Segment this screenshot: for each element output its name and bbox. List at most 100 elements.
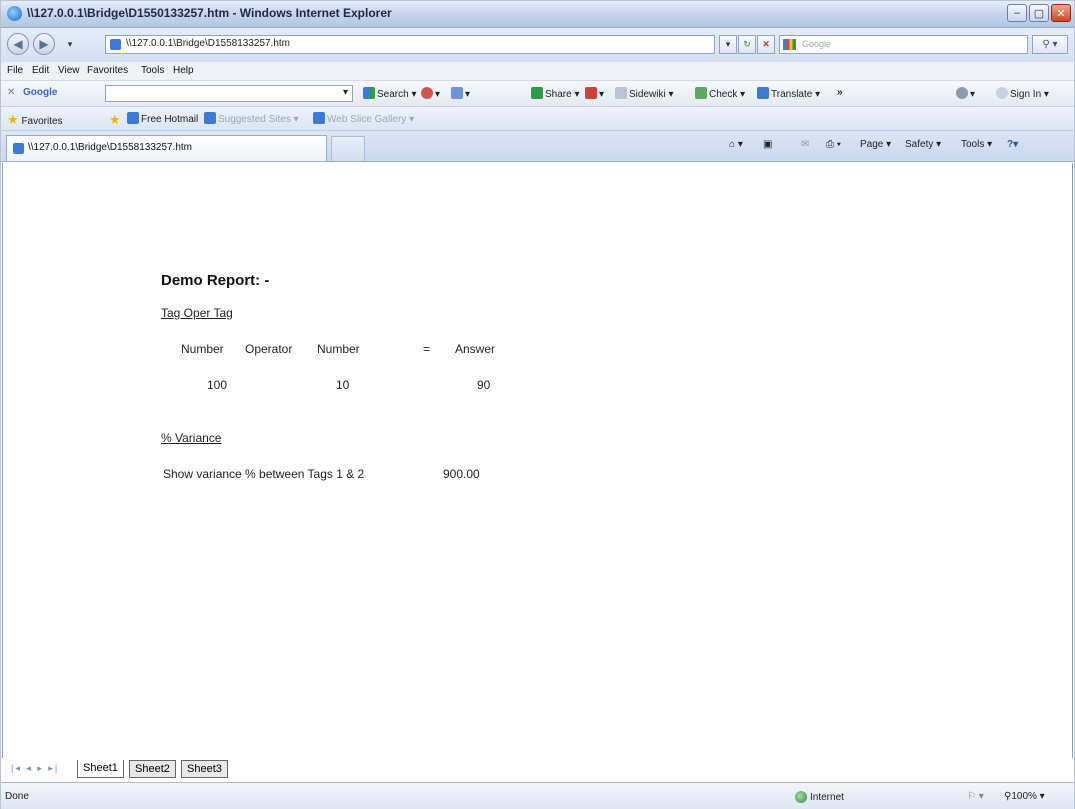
tools-menu[interactable]: Tools ▾ [961,139,992,150]
new-tab-button[interactable] [331,136,365,161]
globe-icon [795,791,807,803]
window-title: \\127.0.0.1\Bridge\D1550133257.htm - Win… [27,6,392,20]
zoom-label: 100% [1011,791,1037,802]
favorite-link-suggested-sites[interactable]: Suggested Sites ▾ [204,112,299,125]
popup-blocker-icon [585,87,597,99]
ie-logo-icon [7,6,22,21]
page-icon [204,112,216,124]
google-search-button[interactable]: Search ▾ [363,87,416,100]
favorites-button[interactable]: ★ Favorites [7,112,63,128]
settings-button[interactable]: ▾ [956,87,975,100]
favorites-bar: ★ Favorites ★ Free Hotmail Suggested Sit… [1,107,1074,131]
wrench-icon [956,87,968,99]
pagerank-button[interactable]: ▾ [451,87,470,100]
search-placeholder: Google [802,39,832,49]
mail-icon: ✉ [801,139,810,150]
page-icon [110,39,121,50]
menu-file[interactable]: File [7,65,23,76]
cell-answer: 90 [477,378,491,392]
share-button[interactable]: Share ▾ [531,87,579,100]
favorite-link-web-slice-gallery[interactable]: Web Slice Gallery ▾ [313,112,414,125]
bookmark-icon [421,87,433,99]
header-number-2: Number [317,342,360,356]
chevron-down-icon: ▾ [67,39,73,49]
bookmark-button[interactable]: ▾ [421,87,440,100]
page-icon [127,112,139,124]
translate-icon [757,87,769,99]
address-field[interactable]: \\127.0.0.1\Bridge\D1558133257.htm [105,35,715,54]
help-menu[interactable]: ?▾ [1007,139,1018,150]
variance-value: 900.00 [443,467,480,481]
home-button[interactable]: ⌂ ▾ [729,139,743,150]
sheet-tab-3[interactable]: Sheet3 [181,760,228,778]
header-operator: Operator [245,342,293,356]
stop-button[interactable]: ✕ [757,35,775,54]
back-arrow-icon: ◀ [13,37,23,51]
stop-icon: ✕ [762,39,770,49]
menu-bar: File Edit View Favorites Tools Help [1,62,1074,81]
security-zone-label: Internet [810,792,844,803]
page-icon [13,143,24,154]
forward-button[interactable]: ▶ [33,33,55,55]
protected-mode-button[interactable]: ⚐ ▾ [967,791,984,802]
search-input[interactable]: Google [779,35,1028,54]
security-zone[interactable]: Internet [795,791,844,803]
sign-in-button[interactable]: Sign In ▾ [996,87,1049,100]
home-icon: ⌂ [729,139,736,150]
page-icon [313,112,325,124]
favorite-label: Suggested Sites ▾ [218,114,299,125]
print-icon: ⎙ [826,139,834,150]
maximize-button[interactable]: ▢ [1029,4,1049,22]
page-content: Demo Report: - Tag Oper Tag Number Opera… [2,163,1073,758]
google-search-input[interactable] [105,85,353,102]
add-to-favorites-icon: ★ [109,112,121,127]
header-number-1: Number [181,342,224,356]
feeds-button[interactable]: ▣ [763,139,772,150]
sidewiki-icon [615,87,627,99]
menu-help[interactable]: Help [173,65,194,76]
google-g-icon [363,87,375,99]
safety-menu[interactable]: Safety ▾ [905,139,941,150]
translate-button[interactable]: Translate ▾ [757,87,820,100]
star-icon: ★ [7,112,19,127]
status-bar: Done Internet ⚐ ▾ ⚲100% ▾ [1,782,1074,809]
minimize-button[interactable]: – [1007,4,1027,22]
sidewiki-button[interactable]: Sidewiki ▾ [615,87,673,100]
back-button[interactable]: ◀ [7,33,29,55]
sheet-tab-1[interactable]: Sheet1 [77,760,124,778]
google-search-dropdown[interactable]: ▾ [343,87,348,98]
menu-edit[interactable]: Edit [32,65,49,76]
favorite-label: Web Slice Gallery ▾ [327,114,415,125]
page-menu[interactable]: Page ▾ [860,139,891,150]
tab-current-page[interactable]: \\127.0.0.1\Bridge\D1558133257.htm [6,135,327,161]
favorite-link-hotmail[interactable]: Free Hotmail [127,112,198,125]
print-button[interactable]: ⎙ ▾ [826,139,841,150]
menu-favorites[interactable]: Favorites [87,65,128,76]
google-logo-icon [783,39,796,50]
spell-check-button[interactable]: Check ▾ [695,87,745,100]
section-variance: % Variance [161,431,222,445]
menu-tools[interactable]: Tools [141,65,164,76]
menu-view[interactable]: View [58,65,80,76]
more-tools-button[interactable]: » [837,87,843,98]
close-button[interactable]: ✕ [1051,4,1071,22]
address-text: \\127.0.0.1\Bridge\D1558133257.htm [126,38,291,49]
google-toolbar-logo: Google [23,87,58,98]
add-favorite-button[interactable]: ★ [109,112,121,128]
tab-label: \\127.0.0.1\Bridge\D1558133257.htm [28,142,193,153]
sheet-nav-arrows[interactable]: |◂ ◂ ▸ ▸| [11,763,59,774]
address-dropdown[interactable]: ▾ [719,35,737,54]
cell-number-1: 100 [207,378,228,392]
read-mail-button[interactable]: ✉ [801,139,809,150]
sidewiki-label: Sidewiki ▾ [629,89,674,100]
tab-bar: \\127.0.0.1\Bridge\D1558133257.htm ⌂ ▾ ▣… [1,131,1074,162]
history-dropdown[interactable]: ▾ [61,35,79,54]
cell-number-2: 10 [336,378,350,392]
google-toolbar-close-button[interactable]: ✕ [7,87,15,98]
search-button[interactable]: ⚲ ▾ [1032,35,1068,54]
sheet-tab-2[interactable]: Sheet2 [129,760,176,778]
popup-blocker-button[interactable]: ▾ [585,87,604,100]
zoom-button[interactable]: ⚲100% ▾ [1004,791,1045,802]
favorite-label: Free Hotmail [141,114,199,125]
refresh-button[interactable]: ↻ [738,35,756,54]
